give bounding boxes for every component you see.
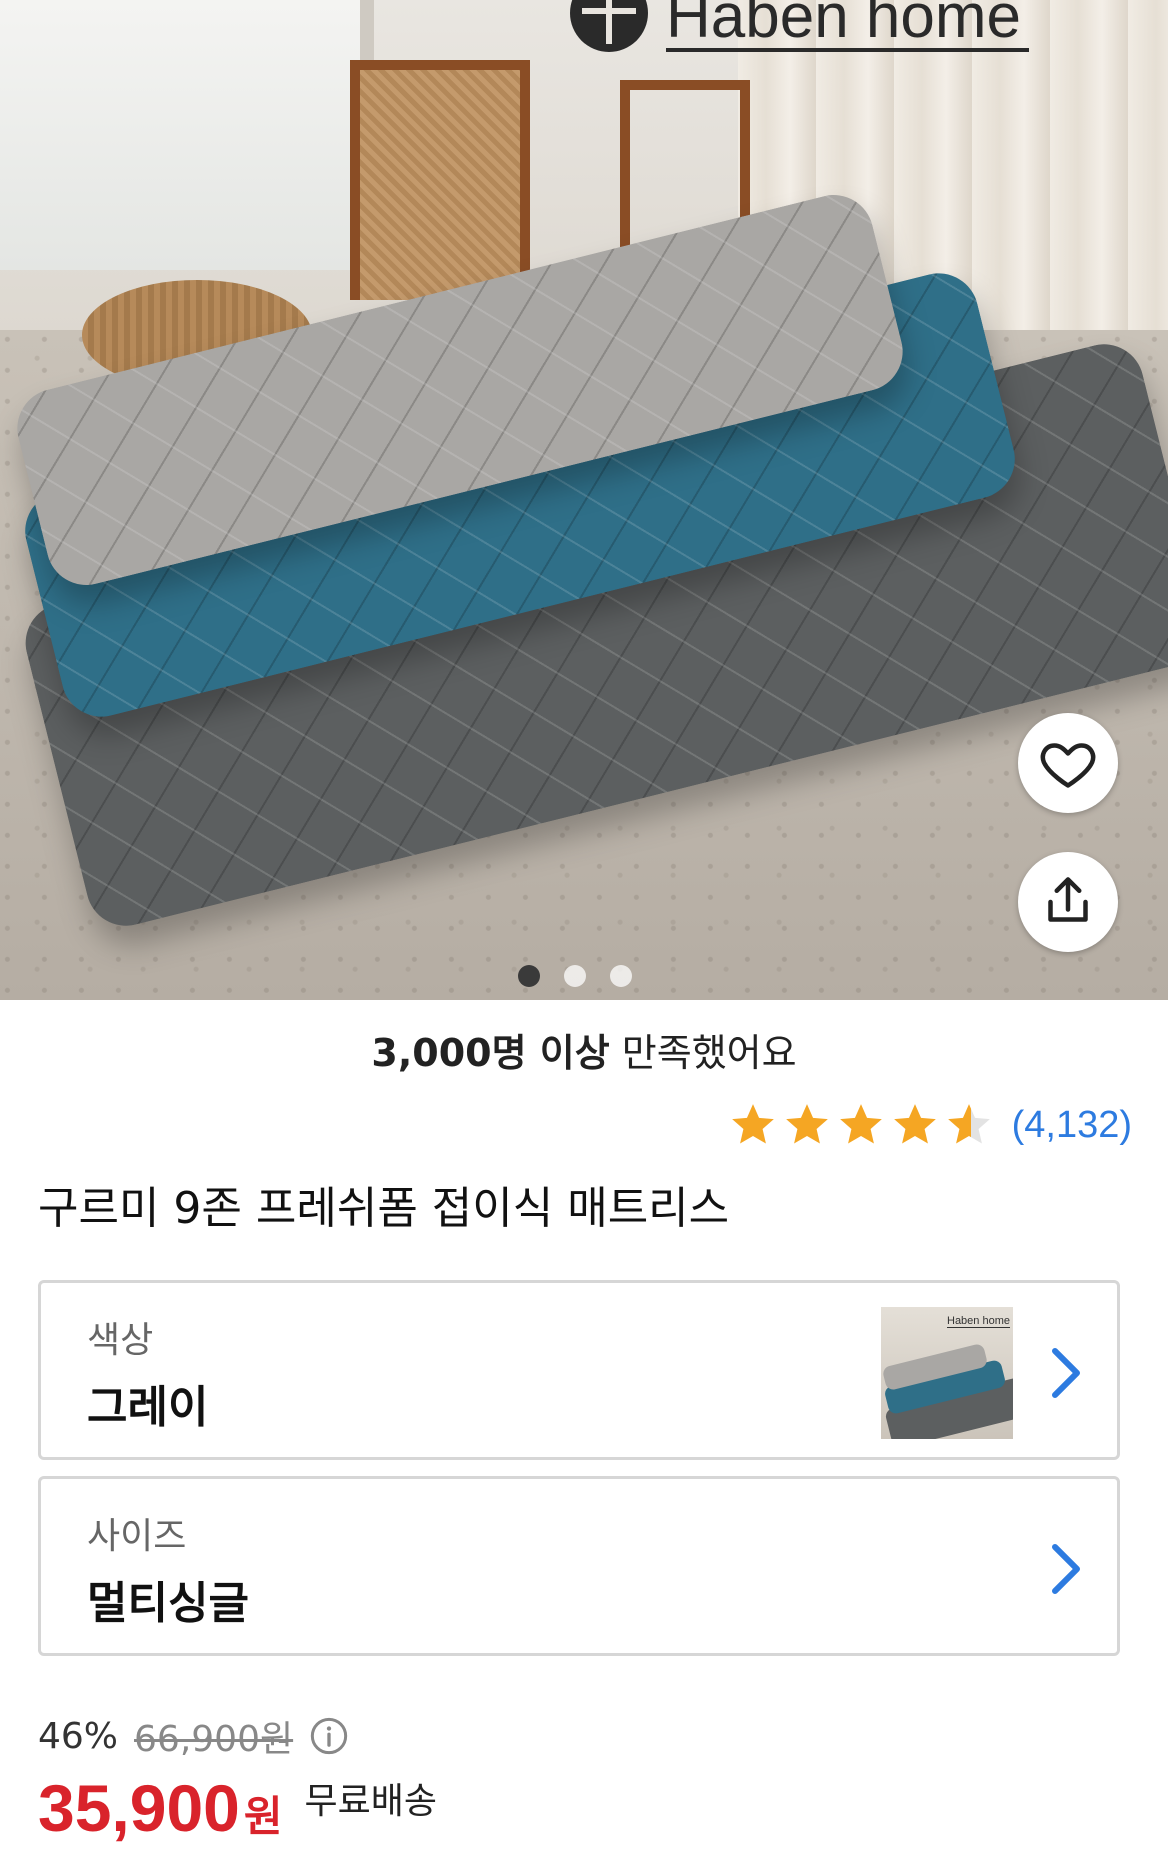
brand-text: Haben home	[666, 0, 1030, 52]
satisfaction-count: 3,000명 이상	[371, 1031, 610, 1075]
star-icon	[839, 1104, 882, 1144]
review-count-link[interactable]: (4,132)	[1012, 1104, 1132, 1147]
shipping-info: 무료배송	[304, 1781, 437, 1822]
window-background	[0, 0, 374, 270]
price-row: 35,900 원 무료배송	[38, 1770, 437, 1846]
original-price: 66,900원	[134, 1719, 294, 1760]
share-button[interactable]	[1018, 852, 1118, 952]
star-icon	[893, 1104, 936, 1144]
carousel-indicator	[518, 965, 632, 987]
thumbnail-brand: Haben home	[947, 1315, 1010, 1328]
rating-summary[interactable]: (4,132)	[728, 1100, 1132, 1150]
carousel-dot[interactable]	[518, 965, 540, 987]
star-rating	[728, 1100, 994, 1150]
option-thumbnail: Haben home	[881, 1307, 1013, 1439]
half-star-icon	[947, 1104, 990, 1144]
wooden-chair	[350, 60, 530, 300]
heart-icon	[1040, 743, 1096, 788]
star-icon	[731, 1104, 774, 1144]
chevron-right-icon	[1052, 1544, 1080, 1594]
info-icon[interactable]	[309, 1716, 349, 1756]
brand-logo: Haben home	[570, 0, 1030, 52]
price-currency: 원	[243, 1792, 283, 1841]
chevron-right-icon	[1052, 1348, 1080, 1398]
discount-row: 46% 66,900원	[38, 1710, 349, 1762]
option-value: 멀티싱글	[87, 1578, 249, 1629]
product-title: 구르미 9존 프레쉬폼 접이식 매트리스	[38, 1183, 730, 1234]
wishlist-button[interactable]	[1018, 713, 1118, 813]
option-label: 사이즈	[87, 1516, 187, 1557]
sale-price: 35,900	[38, 1771, 240, 1845]
carousel-dot[interactable]	[610, 965, 632, 987]
carousel-dot[interactable]	[564, 965, 586, 987]
brand-mark-icon	[570, 0, 648, 52]
size-option-selector[interactable]: 사이즈 멀티싱글	[38, 1476, 1120, 1656]
option-label: 색상	[87, 1320, 154, 1361]
product-image-carousel[interactable]: Haben home	[0, 0, 1168, 1000]
option-value: 그레이	[87, 1382, 209, 1433]
discount-percent: 46%	[38, 1715, 119, 1757]
color-option-selector[interactable]: 색상 그레이 Haben home	[38, 1280, 1120, 1460]
satisfaction-banner: 3,000명 이상 만족했어요	[0, 1022, 1168, 1077]
share-icon	[1048, 877, 1088, 922]
star-icon	[785, 1104, 828, 1144]
satisfaction-text: 만족했어요	[609, 1031, 797, 1075]
